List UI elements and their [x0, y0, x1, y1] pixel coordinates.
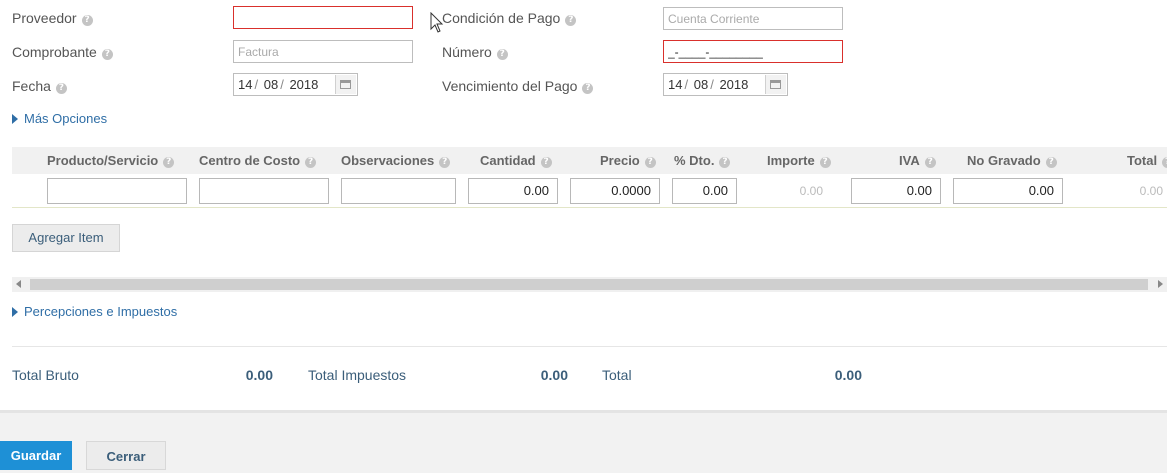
row-divider	[12, 207, 1167, 208]
vencimiento-label: Vencimiento del Pago?	[442, 77, 594, 95]
scroll-right-icon[interactable]	[1158, 280, 1163, 288]
footer-bar	[0, 410, 1167, 473]
row-observaciones-input[interactable]	[341, 178, 456, 204]
col-dto: % Dto.?	[674, 153, 731, 168]
scroll-left-icon[interactable]	[16, 280, 21, 288]
vencimiento-year[interactable]: 2018	[719, 77, 748, 92]
fecha-label: Fecha?	[12, 77, 67, 95]
help-icon[interactable]: ?	[81, 15, 93, 26]
help-icon[interactable]: ?	[819, 157, 831, 168]
expand-triangle-icon	[12, 307, 18, 317]
col-producto: Producto/Servicio?	[47, 153, 175, 168]
help-icon[interactable]: ?	[1045, 157, 1057, 168]
proveedor-input[interactable]	[233, 6, 413, 29]
totals-divider	[12, 346, 1167, 347]
total-value: 0.00	[834, 367, 862, 383]
comprobante-select[interactable]	[233, 40, 413, 63]
help-icon[interactable]: ?	[924, 157, 936, 168]
fecha-date-input[interactable]: 14/ 08/ 2018	[233, 73, 358, 96]
col-importe: Importe?	[767, 153, 831, 168]
row-cantidad-input[interactable]: 0.00	[468, 178, 558, 204]
numero-label: Número?	[442, 43, 508, 61]
row-no-gravado-input[interactable]: 0.00	[953, 178, 1063, 204]
fecha-year[interactable]: 2018	[289, 77, 318, 92]
help-icon[interactable]: ?	[719, 157, 731, 168]
condicion-pago-label: Condición de Pago?	[442, 9, 577, 27]
row-dto-input[interactable]: 0.00	[672, 178, 737, 204]
help-icon[interactable]: ?	[582, 83, 594, 94]
col-precio: Precio?	[600, 153, 656, 168]
expand-triangle-icon	[12, 114, 18, 124]
vencimiento-month[interactable]: 08	[694, 77, 708, 92]
total-impuestos-label: Total Impuestos	[308, 367, 407, 383]
total-label: Total	[602, 367, 632, 383]
calendar-icon[interactable]	[765, 75, 786, 94]
mas-opciones-link[interactable]: Más Opciones	[12, 111, 107, 126]
horizontal-scrollbar[interactable]	[12, 277, 1167, 292]
agregar-item-button[interactable]: Agregar Item	[12, 224, 120, 252]
help-icon[interactable]: ?	[540, 157, 552, 168]
help-icon[interactable]: ?	[565, 15, 577, 26]
row-centro-costo-input[interactable]	[199, 178, 329, 204]
row-iva-input[interactable]: 0.00	[851, 178, 941, 204]
cerrar-button[interactable]: Cerrar	[86, 441, 166, 470]
proveedor-label: Proveedor?	[12, 9, 93, 27]
mouse-cursor-icon	[430, 12, 444, 33]
numero-input[interactable]	[663, 40, 843, 63]
row-precio-input[interactable]: 0.0000	[570, 178, 660, 204]
total-bruto-label: Total Bruto	[12, 367, 79, 383]
help-icon[interactable]: ?	[55, 83, 67, 94]
comprobante-label: Comprobante?	[12, 43, 113, 61]
col-centro-costo: Centro de Costo?	[199, 153, 317, 168]
row-total-value: 0.00	[1139, 184, 1163, 198]
col-iva: IVA?	[899, 153, 936, 168]
help-icon[interactable]: ?	[101, 49, 113, 60]
col-cantidad: Cantidad?	[480, 153, 552, 168]
row-producto-input[interactable]	[47, 178, 187, 204]
calendar-icon[interactable]	[335, 75, 356, 94]
help-icon[interactable]: ?	[305, 157, 317, 168]
total-impuestos-value: 0.00	[540, 367, 568, 383]
col-observaciones: Observaciones?	[341, 153, 451, 168]
help-icon[interactable]: ?	[644, 157, 656, 168]
row-importe-value: 0.00	[799, 184, 823, 198]
col-total: Total?	[1127, 153, 1167, 168]
vencimiento-day[interactable]: 14	[668, 77, 682, 92]
help-icon[interactable]: ?	[496, 49, 508, 60]
col-no-gravado: No Gravado?	[967, 153, 1057, 168]
guardar-button[interactable]: Guardar	[0, 441, 72, 470]
help-icon[interactable]: ?	[163, 157, 175, 168]
fecha-day[interactable]: 14	[238, 77, 252, 92]
help-icon[interactable]: ?	[439, 157, 451, 168]
condicion-pago-select[interactable]	[663, 7, 843, 30]
scrollbar-thumb[interactable]	[30, 279, 1148, 290]
total-bruto-value: 0.00	[245, 367, 273, 383]
percepciones-link[interactable]: Percepciones e Impuestos	[12, 304, 177, 319]
fecha-month[interactable]: 08	[264, 77, 278, 92]
vencimiento-date-input[interactable]: 14/ 08/ 2018	[663, 73, 788, 96]
help-icon[interactable]: ?	[1162, 157, 1167, 168]
